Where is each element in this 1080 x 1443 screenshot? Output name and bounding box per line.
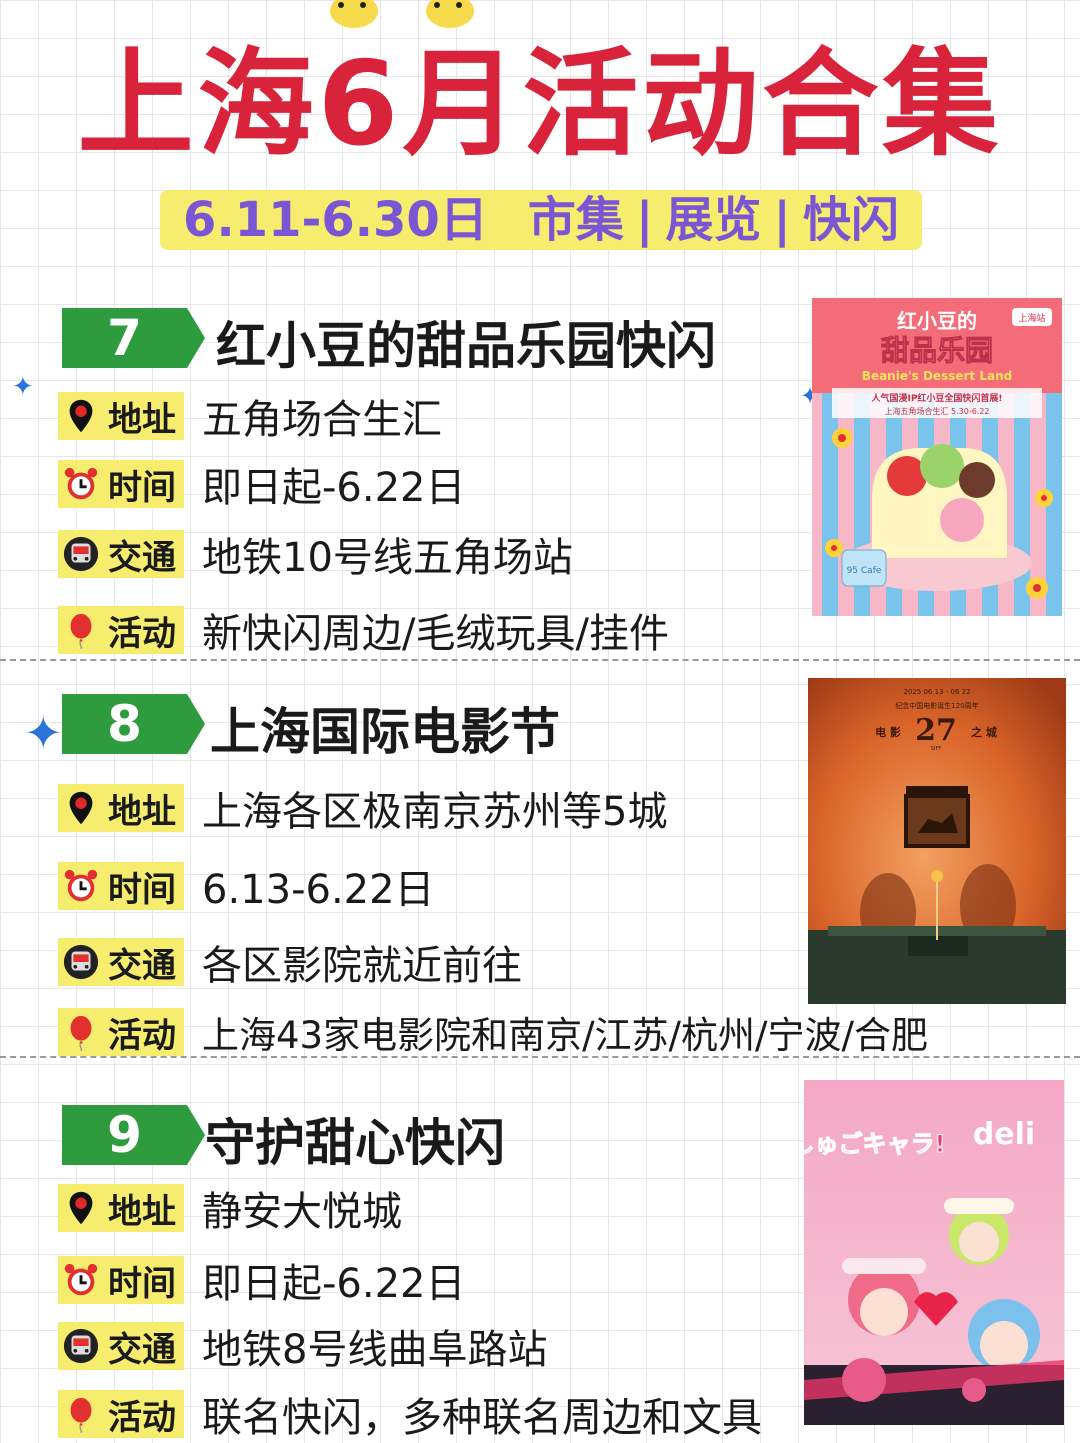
event-time: 即日起-6.22日 — [202, 1261, 466, 1307]
transport-label: 交通 — [58, 530, 184, 578]
subtitle-tag: 快闪 — [802, 192, 899, 248]
subtitle-tag: 展览 — [665, 192, 762, 248]
metro-icon — [63, 536, 99, 572]
event-address-row: 地址 上海各区极南京苏州等5城 — [58, 780, 667, 836]
subtitle-tag: 市集 — [527, 192, 624, 248]
event-transport: 地铁10号线五角场站 — [202, 535, 573, 581]
activity-label: 活动 — [58, 1390, 184, 1438]
event-poster-red-bean: 红小豆的 甜品乐园 Beanie's Dessert Land 人气国漫IP红小… — [812, 298, 1062, 616]
section-divider — [0, 1056, 1080, 1058]
event-activity-row: 活动 联名快闪，多种联名周边和文具 — [58, 1386, 762, 1442]
poster-tagline: 人气国漫IP红小豆全国快闪首展! — [870, 392, 1002, 404]
event-activity: 上海43家电影院和南京/江苏/杭州/宁波/合肥 — [202, 1014, 928, 1057]
address-label: 地址 — [58, 784, 184, 832]
event-transport: 各区影院就近前往 — [202, 943, 522, 989]
duck-icon — [330, 0, 378, 28]
event-title: 上海国际电影节 — [210, 703, 560, 761]
time-label: 时间 — [58, 862, 184, 910]
event-number-badge: 8 — [62, 694, 205, 754]
alarm-clock-icon — [64, 869, 98, 902]
sparkle-icon: ✦ — [12, 372, 34, 402]
metro-icon — [63, 944, 99, 980]
balloon-icon — [70, 613, 92, 649]
poster-edition: 27 — [915, 713, 957, 748]
event-activity-row: 活动 新快闪周边/毛绒玩具/挂件 — [58, 602, 669, 658]
section-divider — [0, 659, 1080, 661]
event-transport-row: 交通 地铁10号线五角场站 — [58, 526, 573, 582]
poster-badge: 上海站 — [1018, 312, 1045, 324]
event-poster-shugo-chara: しゅごキャラ! deli — [804, 1080, 1064, 1425]
alarm-clock-icon — [64, 467, 98, 500]
location-pin-icon — [69, 791, 93, 825]
subtitle-separator: | — [635, 192, 654, 248]
poster-dates: 2025 06 13 - 06 22 — [903, 688, 970, 696]
poster-logo-right: deli — [973, 1117, 1035, 1152]
event-title: 红小豆的甜品乐园快闪 — [216, 317, 716, 375]
subtitle-separator: | — [773, 192, 791, 248]
event-activity-row: 活动 上海43家电影院和南京/江苏/杭州/宁波/合肥 — [58, 1004, 928, 1060]
poster-logo-left: しゅごキャラ! — [804, 1130, 945, 1158]
balloon-icon — [70, 1397, 92, 1433]
balloon-icon — [70, 1015, 92, 1051]
event-activity: 新快闪周边/毛绒玩具/挂件 — [202, 611, 669, 657]
event-address-row: 地址 静安大悦城 — [58, 1180, 402, 1236]
event-address: 五角场合生汇 — [202, 397, 442, 443]
location-pin-icon — [69, 399, 93, 433]
event-number-badge: 9 — [62, 1105, 205, 1165]
event-time: 即日起-6.22日 — [202, 465, 466, 511]
sparkle-icon: ✦ — [24, 706, 63, 760]
event-number-badge: 7 — [62, 308, 205, 368]
event-poster-film-festival: 2025 06 13 - 06 22 纪念中国电影诞生120周年 电 影 27 … — [808, 678, 1066, 1004]
event-address: 静安大悦城 — [202, 1189, 402, 1235]
event-transport: 地铁8号线曲阜路站 — [202, 1327, 548, 1373]
event-time-row: 时间 6.13-6.22日 — [58, 858, 435, 914]
poster-location: 上海五角场合生汇 5.30-6.22 — [884, 406, 989, 416]
poster-siff: SIFF — [931, 746, 942, 752]
transport-label: 交通 — [58, 938, 184, 986]
poster-caption: 纪念中国电影诞生120周年 — [895, 701, 978, 710]
location-pin-icon — [69, 1191, 93, 1225]
poster-title-en: Beanie's Dessert Land — [862, 369, 1012, 383]
activity-label: 活动 — [58, 1008, 184, 1056]
time-label: 时间 — [58, 460, 184, 508]
event-time-row: 时间 即日起-6.22日 — [58, 456, 466, 512]
address-label: 地址 — [58, 1184, 184, 1232]
subtitle-banner: 6.11-6.30日 市集 | 展览 | 快闪 — [160, 190, 922, 250]
transport-label: 交通 — [58, 1322, 184, 1370]
event-transport-row: 交通 各区影院就近前往 — [58, 934, 522, 990]
time-label: 时间 — [58, 1256, 184, 1304]
metro-icon — [63, 1328, 99, 1364]
event-transport-row: 交通 地铁8号线曲阜路站 — [58, 1318, 547, 1374]
event-address: 上海各区极南京苏州等5城 — [202, 789, 668, 835]
page-title: 上海6月活动合集 — [77, 37, 1003, 172]
event-title: 守护甜心快闪 — [205, 1114, 505, 1172]
event-time-row: 时间 即日起-6.22日 — [58, 1252, 466, 1308]
event-address-row: 地址 五角场合生汇 — [58, 388, 442, 444]
alarm-clock-icon — [64, 1263, 98, 1296]
event-time: 6.13-6.22日 — [202, 867, 435, 913]
activity-label: 活动 — [58, 606, 184, 654]
poster-title-line1: 红小豆的 — [897, 309, 977, 333]
address-label: 地址 — [58, 392, 184, 440]
poster-title-line2: 甜品乐园 — [881, 334, 993, 367]
poster-text-left: 电 影 — [875, 725, 901, 739]
poster-cafe: 95 Cafe — [847, 566, 882, 576]
event-activity: 联名快闪，多种联名周边和文具 — [202, 1395, 762, 1441]
subtitle-date: 6.11-6.30日 — [183, 192, 488, 248]
duck-icon — [426, 0, 474, 28]
poster-text-right: 之 城 — [971, 725, 997, 739]
